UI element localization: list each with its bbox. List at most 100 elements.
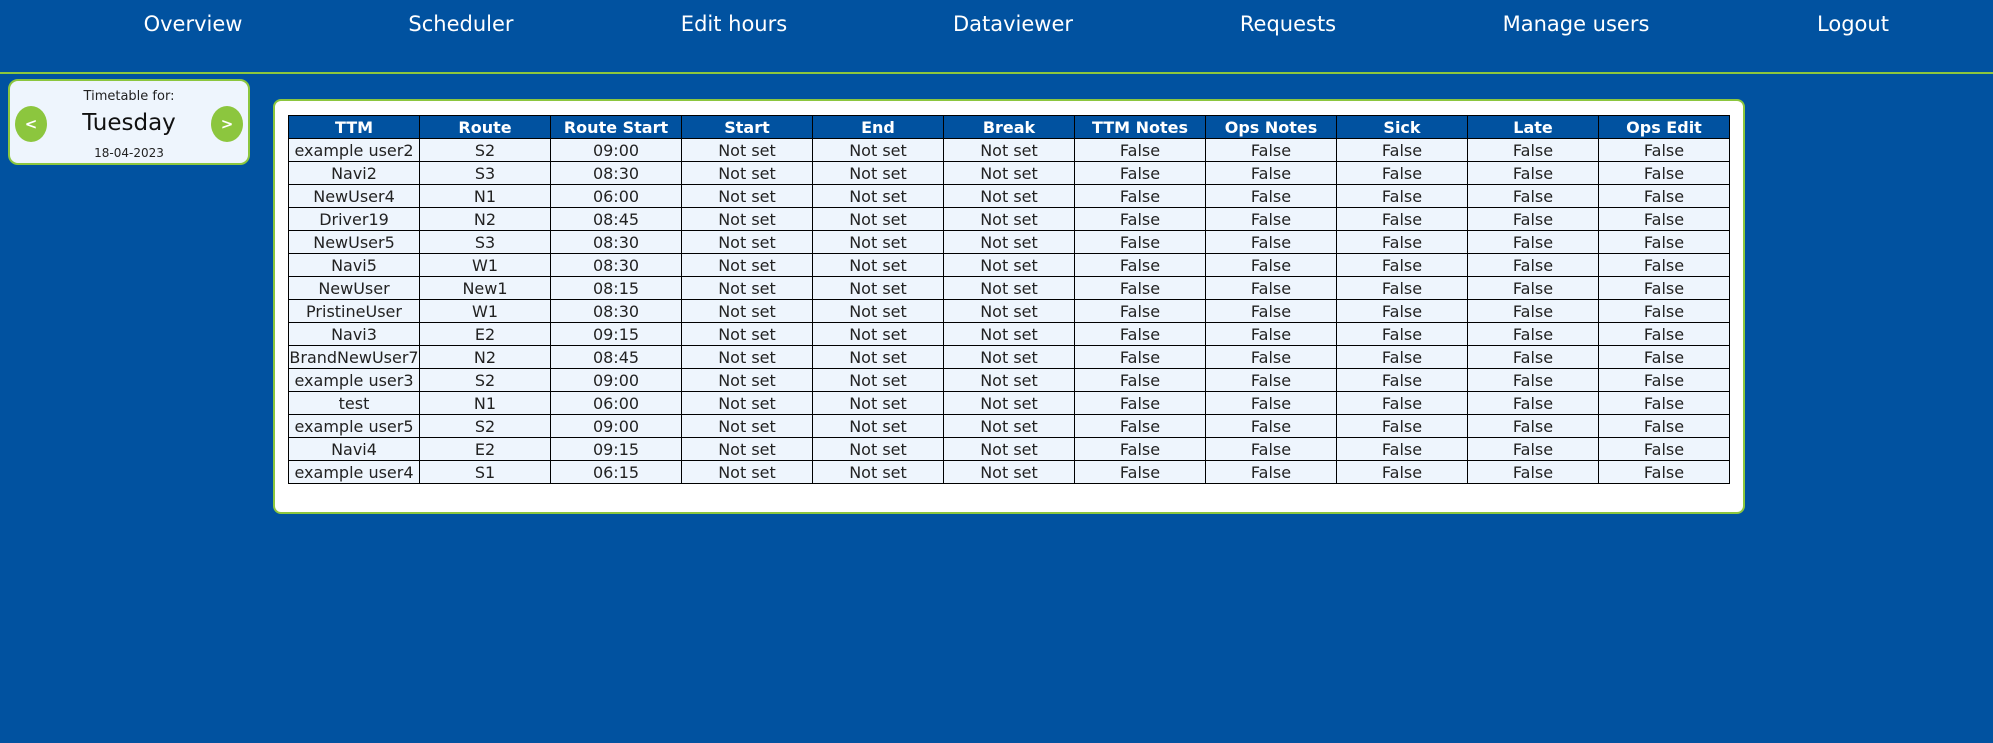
table-row[interactable]: NewUser4 N1 06:00 Not set Not set Not set Fals… — [288, 184, 1730, 208]
table-cell-break: Not set — [943, 437, 1075, 461]
nav-manage-users[interactable]: Manage users — [1503, 12, 1650, 36]
table-cell-route: S2 — [419, 138, 551, 162]
table-row[interactable]: example user4 S1 06:15 Not set Not set Not se… — [288, 460, 1730, 484]
table-cell-route-start: 06:00 — [550, 184, 682, 208]
table-cell-end: Not set — [812, 345, 944, 369]
table-cell-late: False — [1467, 253, 1599, 277]
table-cell-end: Not set — [812, 184, 944, 208]
table-cell-late: False — [1467, 437, 1599, 461]
table-row[interactable]: Navi5 W1 08:30 Not set Not set Not set False Fa… — [288, 253, 1730, 277]
table-cell-end: Not set — [812, 437, 944, 461]
table-row[interactable]: Navi4 E2 09:15 Not set Not set Not set False Fa… — [288, 437, 1730, 461]
nav-dataviewer[interactable]: Dataviewer — [953, 12, 1073, 36]
table-cell-start: Not set — [681, 138, 813, 162]
table-row[interactable]: example user2 S2 09:00 Not set Not set Not se… — [288, 138, 1730, 162]
table-cell-ttm-notes: False — [1074, 345, 1206, 369]
table-row[interactable]: Driver19 N2 08:45 Not set Not set Not set Fals… — [288, 207, 1730, 231]
table-row[interactable]: test N1 06:00 Not set Not set Not set False Fal… — [288, 391, 1730, 415]
table-row[interactable]: NewUser New1 08:15 Not set Not set Not set Fal… — [288, 276, 1730, 300]
table-cell-route-start: 09:00 — [550, 368, 682, 392]
table-cell-sick: False — [1336, 437, 1468, 461]
table-cell-ttm: BrandNewUser7 — [288, 345, 420, 369]
table-cell-break: Not set — [943, 230, 1075, 254]
table-cell-ops-notes: False — [1205, 345, 1337, 369]
table-cell-break: Not set — [943, 414, 1075, 438]
nav-overview[interactable]: Overview — [144, 12, 243, 36]
table-cell-start: Not set — [681, 322, 813, 346]
table-cell-start: Not set — [681, 414, 813, 438]
table-cell-route-start: 06:00 — [550, 391, 682, 415]
table-cell-end: Not set — [812, 368, 944, 392]
table-cell-ops-notes: False — [1205, 184, 1337, 208]
nav-scheduler[interactable]: Scheduler — [408, 12, 513, 36]
table-cell-end: Not set — [812, 460, 944, 484]
table-cell-route-start: 08:30 — [550, 253, 682, 277]
table-cell-break: Not set — [943, 322, 1075, 346]
nav-requests[interactable]: Requests — [1240, 12, 1336, 36]
table-cell-end: Not set — [812, 207, 944, 231]
table-cell-late: False — [1467, 368, 1599, 392]
table-cell-ttm: NewUser5 — [288, 230, 420, 254]
table-cell-ops-notes: False — [1205, 276, 1337, 300]
table-cell-ttm: example user3 — [288, 368, 420, 392]
timetable-for-label: Timetable for: — [83, 89, 175, 104]
column-header-break: Break — [943, 115, 1075, 139]
table-cell-start: Not set — [681, 276, 813, 300]
table-cell-route: N2 — [419, 345, 551, 369]
table-cell-ops-notes: False — [1205, 391, 1337, 415]
column-header-sick: Sick — [1336, 115, 1468, 139]
table-cell-sick: False — [1336, 207, 1468, 231]
column-header-end: End — [812, 115, 944, 139]
table-cell-route-start: 08:15 — [550, 276, 682, 300]
table-cell-ops-edit: False — [1598, 322, 1730, 346]
table-cell-route: W1 — [419, 299, 551, 323]
table-cell-ops-edit: False — [1598, 207, 1730, 231]
table-row[interactable]: Navi2 S3 08:30 Not set Not set Not set False Fa… — [288, 161, 1730, 185]
timetable-panel: TTM Route Route Start Start End Break TTM Note… — [273, 99, 1745, 514]
table-cell-break: Not set — [943, 138, 1075, 162]
table-cell-break: Not set — [943, 368, 1075, 392]
table-cell-late: False — [1467, 207, 1599, 231]
date-selector-panel: Timetable for: < Tuesday > 18-04-2023 — [8, 79, 250, 165]
nav-edit-hours[interactable]: Edit hours — [681, 12, 787, 36]
table-cell-break: Not set — [943, 276, 1075, 300]
table-cell-break: Not set — [943, 345, 1075, 369]
table-cell-sick: False — [1336, 322, 1468, 346]
table-cell-ops-notes: False — [1205, 460, 1337, 484]
table-cell-end: Not set — [812, 138, 944, 162]
table-cell-end: Not set — [812, 161, 944, 185]
table-row[interactable]: example user5 S2 09:00 Not set Not set Not se… — [288, 414, 1730, 438]
nav-logout[interactable]: Logout — [1817, 12, 1889, 36]
table-cell-route-start: 09:15 — [550, 322, 682, 346]
table-cell-ops-notes: False — [1205, 207, 1337, 231]
table-cell-ttm: Navi5 — [288, 253, 420, 277]
table-row[interactable]: PristineUser W1 08:30 Not set Not set Not set… — [288, 299, 1730, 323]
table-cell-ops-notes: False — [1205, 253, 1337, 277]
table-row[interactable]: Navi3 E2 09:15 Not set Not set Not set False Fa… — [288, 322, 1730, 346]
next-day-button[interactable]: > — [211, 106, 243, 142]
table-cell-start: Not set — [681, 299, 813, 323]
table-cell-sick: False — [1336, 391, 1468, 415]
table-cell-route-start: 08:45 — [550, 207, 682, 231]
table-cell-route-start: 08:30 — [550, 299, 682, 323]
table-cell-route-start: 09:15 — [550, 437, 682, 461]
table-cell-route: S1 — [419, 460, 551, 484]
table-cell-ttm-notes: False — [1074, 391, 1206, 415]
table-row[interactable]: NewUser5 S3 08:30 Not set Not set Not set Fals… — [288, 230, 1730, 254]
table-cell-ttm-notes: False — [1074, 368, 1206, 392]
table-cell-start: Not set — [681, 391, 813, 415]
table-cell-route: N2 — [419, 207, 551, 231]
table-cell-ttm: Navi2 — [288, 161, 420, 185]
table-cell-route-start: 09:00 — [550, 138, 682, 162]
table-header-row: TTM Route Route Start Start End Break TTM Note… — [288, 115, 1730, 139]
table-cell-ttm: PristineUser — [288, 299, 420, 323]
timetable-table: TTM Route Route Start Start End Break TTM Note… — [288, 115, 1730, 484]
table-cell-ttm-notes: False — [1074, 253, 1206, 277]
table-cell-ops-edit: False — [1598, 138, 1730, 162]
table-cell-sick: False — [1336, 184, 1468, 208]
table-row[interactable]: BrandNewUser7 N2 08:45 Not set Not set Not se… — [288, 345, 1730, 369]
table-row[interactable]: example user3 S2 09:00 Not set Not set Not se… — [288, 368, 1730, 392]
table-cell-ops-edit: False — [1598, 161, 1730, 185]
table-cell-late: False — [1467, 345, 1599, 369]
table-cell-start: Not set — [681, 230, 813, 254]
